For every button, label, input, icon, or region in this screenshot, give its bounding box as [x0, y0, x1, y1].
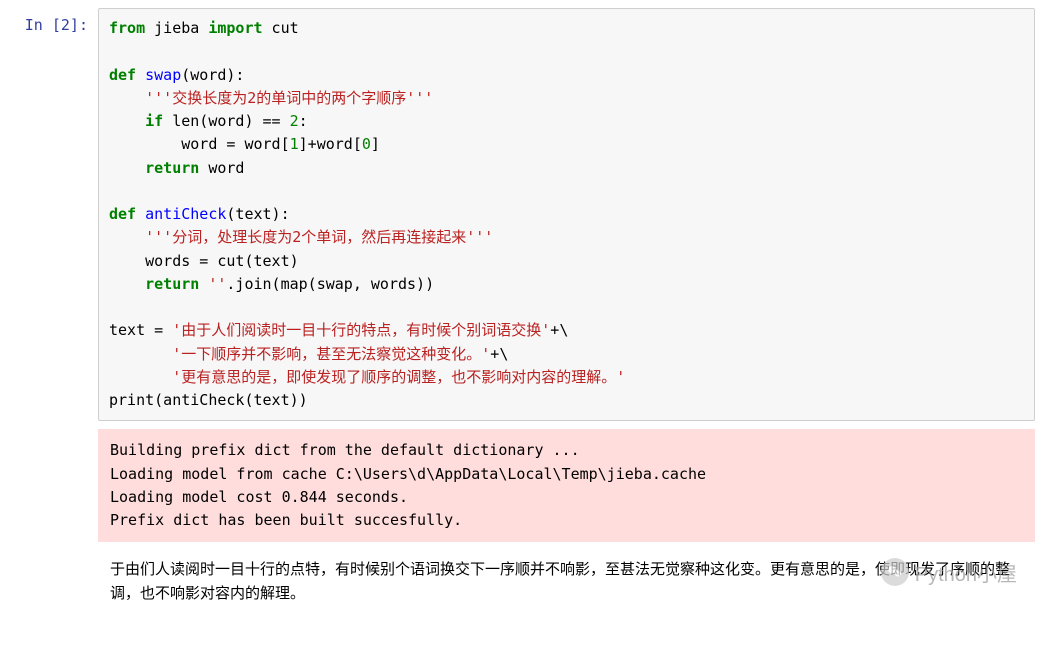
stdout-row: 于由们人读阅时一目十行的点特，有时候别个语词换交下一序顺并不响影，至甚法无觉察种…	[8, 546, 1035, 605]
code-token: cut	[263, 19, 299, 37]
code-token	[136, 205, 145, 223]
code-token: antiCheck	[145, 205, 226, 223]
code-token: '更有意思的是，即使发现了顺序的调整，也不影响对内容的理解。'	[172, 368, 625, 386]
code-token	[109, 89, 145, 107]
code-token: '一下顺序并不影响，甚至无法察觉这种变化。'	[172, 345, 490, 363]
code-token: ]	[371, 135, 380, 153]
code-token: ''	[208, 275, 226, 293]
code-token: swap	[145, 66, 181, 84]
code-token: (word):	[181, 66, 244, 84]
code-token: from	[109, 19, 145, 37]
code-token	[109, 159, 145, 177]
code-token: def	[109, 205, 136, 223]
code-cell: In [2]: from jieba import cut def swap(w…	[8, 8, 1035, 421]
code-token: def	[109, 66, 136, 84]
code-token	[109, 345, 172, 363]
code-token: if	[145, 112, 163, 130]
code-token: import	[208, 19, 262, 37]
code-token: :	[299, 112, 308, 130]
code-token: word	[199, 159, 244, 177]
code-token: return	[145, 159, 199, 177]
code-token: '由于人们阅读时一目十行的特点，有时候个别词语交换'	[172, 321, 550, 339]
code-token: 0	[362, 135, 371, 153]
code-token: '''交换长度为2的单词中的两个字顺序'''	[145, 89, 433, 107]
code-token: word = word[	[109, 135, 290, 153]
stderr-output: Building prefix dict from the default di…	[98, 429, 1035, 542]
code-token: return	[145, 275, 199, 293]
code-token	[109, 275, 145, 293]
code-token: text =	[109, 321, 172, 339]
stdout-output: 于由们人读阅时一目十行的点特，有时候别个语词换交下一序顺并不响影，至甚法无觉察种…	[98, 550, 1035, 605]
code-token: .join(map(swap, words))	[226, 275, 434, 293]
input-prompt: In [2]:	[8, 8, 98, 34]
code-token: (text):	[226, 205, 289, 223]
code-token: len(word) ==	[163, 112, 289, 130]
code-token: 2	[290, 112, 299, 130]
code-token	[109, 228, 145, 246]
code-token	[199, 275, 208, 293]
code-token	[109, 368, 172, 386]
code-token: jieba	[145, 19, 208, 37]
code-token	[109, 112, 145, 130]
code-token: +\	[550, 321, 568, 339]
stderr-row: Building prefix dict from the default di…	[8, 425, 1035, 542]
code-token: 1	[290, 135, 299, 153]
code-token: ]+word[	[299, 135, 362, 153]
code-token: +\	[490, 345, 508, 363]
code-token	[136, 66, 145, 84]
code-token: words = cut(text)	[109, 252, 299, 270]
code-token: '''分词，处理长度为2个单词，然后再连接起来'''	[145, 228, 493, 246]
code-token: print(antiCheck(text))	[109, 391, 308, 409]
code-input[interactable]: from jieba import cut def swap(word): ''…	[98, 8, 1035, 421]
